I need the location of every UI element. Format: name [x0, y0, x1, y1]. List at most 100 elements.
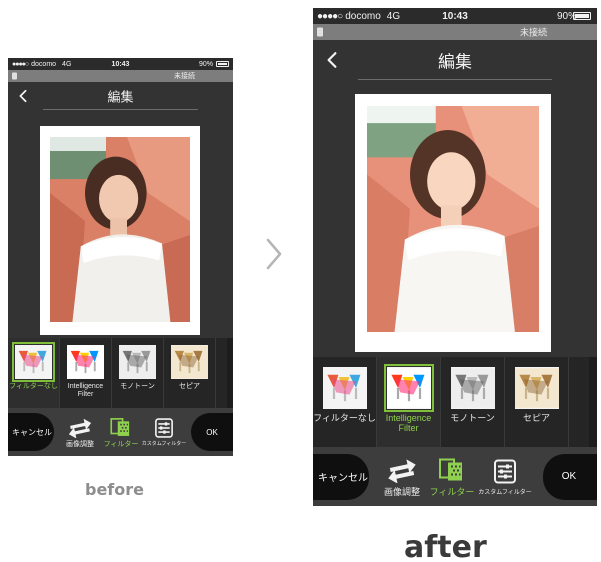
filter-label: フィルターなし: [313, 413, 376, 423]
custom-filter-label: カスタムフィルター: [141, 441, 187, 447]
filter-label: モノトーン: [120, 383, 155, 390]
cocktail-glasses-image: [15, 345, 52, 379]
filter-scroll-edge: [589, 357, 597, 447]
chevron-left-icon[interactable]: [325, 51, 339, 69]
cocktail-glasses-image: [119, 345, 156, 379]
connection-status: 未接続: [519, 27, 547, 38]
battery-icon: [216, 61, 229, 67]
filter-option-monotone[interactable]: モノトーン: [112, 338, 164, 408]
ok-button[interactable]: OK: [543, 453, 597, 500]
cocktail-glasses-image: [171, 345, 208, 379]
after-caption: after: [404, 530, 487, 562]
photo-preview: [50, 137, 190, 322]
filter-label: セピア: [522, 413, 550, 423]
filter-label: Intelligence Filter: [385, 413, 432, 434]
battery-percent: 90%: [198, 60, 213, 68]
before-phone-screen: ●●●●○ docomo 4G 10:43 90% 未接続 編集 フィルターなし…: [8, 58, 233, 456]
ok-button[interactable]: OK: [191, 413, 233, 451]
header-divider: [358, 79, 552, 80]
filter-thumbnail: [171, 345, 208, 379]
filter-option-sepia[interactable]: セピア: [505, 357, 569, 447]
filter-label: セピア: [179, 383, 200, 390]
chevron-left-icon[interactable]: [17, 89, 29, 103]
filter-thumbnail: [383, 364, 434, 412]
filter-label: モノトーン: [450, 413, 495, 423]
filter-list: フィルターなし Intelligence Filter モノトーン セピア: [313, 357, 597, 447]
signal-strength: ●●●●○: [317, 10, 343, 22]
cocktail-glasses-image: [514, 368, 559, 408]
filter-option-monotone[interactable]: モノトーン: [441, 357, 505, 447]
cocktail-glasses-image: [450, 368, 495, 408]
custom-filter-button[interactable]: カスタムフィルター: [475, 447, 535, 506]
photo-frame: [40, 126, 200, 335]
bottom-toolbar: キャンセル 画像調整 フィルター カスタムフィルター OK: [313, 447, 597, 506]
carrier-name: docomo: [345, 10, 381, 22]
filter-thumbnail: [12, 342, 55, 382]
cocktail-glasses-image: [322, 368, 367, 408]
swap-arrows-icon: [68, 418, 92, 438]
signal-strength: ●●●●○: [12, 60, 29, 68]
filter-tab-label: フィルター: [429, 486, 475, 497]
connection-status: 未接続: [174, 73, 195, 80]
sliders-icon: [494, 459, 516, 483]
filter-option-intelligence[interactable]: Intelligence Filter: [60, 338, 112, 408]
cancel-button[interactable]: キャンセル: [313, 453, 369, 500]
custom-filter-label: カスタムフィルター: [478, 489, 532, 496]
filter-tab-label: フィルター: [103, 440, 139, 448]
chevron-right-icon: [266, 238, 282, 270]
filter-option-none[interactable]: フィルターなし: [8, 338, 60, 408]
photo-frame: [355, 94, 551, 352]
navigation-bar: 編集: [313, 40, 597, 80]
swap-arrows-icon: [388, 458, 416, 483]
cocktail-glasses-image: [67, 345, 104, 379]
status-bar: ●●●●○ docomo 4G 10:43 90%: [313, 8, 597, 24]
network-type: 4G: [386, 10, 401, 22]
device-icon: [12, 72, 17, 80]
filter-option-intelligence[interactable]: Intelligence Filter: [377, 357, 441, 447]
filter-layers-icon: [439, 458, 462, 480]
after-phone-screen: ●●●●○ docomo 4G 10:43 90% 未接続 編集 フィルターなし…: [313, 8, 597, 506]
filter-strip: フィルターなし Intelligence Filter モノトーン セピア: [8, 338, 233, 408]
image-adjust-button[interactable]: 画像調整: [60, 408, 100, 456]
filter-thumbnail: [450, 367, 495, 409]
filter-option-none[interactable]: フィルターなし: [313, 357, 377, 447]
portrait-photo: [50, 137, 190, 322]
network-type: 4G: [62, 60, 72, 68]
filter-layers-icon: [110, 417, 130, 436]
portrait-photo: [367, 106, 539, 332]
image-adjust-label: 画像調整: [383, 486, 420, 497]
sliders-icon: [155, 418, 173, 438]
filter-label: フィルターなし: [9, 383, 58, 390]
filter-list: フィルターなし Intelligence Filter モノトーン セピア: [8, 338, 233, 408]
status-time: 10:43: [111, 60, 130, 68]
status-time: 10:43: [442, 10, 468, 22]
cocktail-glasses-image: [386, 368, 431, 408]
filter-strip: フィルターなし Intelligence Filter モノトーン セピア: [313, 357, 597, 447]
filter-thumbnail: [67, 345, 104, 379]
filter-tab-button[interactable]: フィルター: [430, 447, 474, 506]
filter-thumbnail: [514, 367, 559, 409]
connection-bar: 未接続: [313, 24, 597, 40]
photo-preview: [367, 106, 539, 332]
filter-option-sepia[interactable]: セピア: [164, 338, 216, 408]
filter-thumbnail: [119, 345, 156, 379]
page-title: 編集: [107, 90, 134, 106]
filter-tab-button[interactable]: フィルター: [103, 408, 139, 456]
navigation-bar: 編集: [8, 82, 233, 110]
status-bar: ●●●●○ docomo 4G 10:43 90%: [8, 58, 233, 70]
image-adjust-label: 画像調整: [66, 440, 94, 448]
connection-bar: 未接続: [8, 70, 233, 82]
filter-scroll-edge: [227, 338, 233, 408]
before-caption: before: [85, 480, 144, 499]
header-divider: [43, 109, 198, 110]
page-title: 編集: [438, 52, 472, 73]
filter-thumbnail: [322, 367, 367, 409]
bottom-toolbar: キャンセル 画像調整 フィルター カスタムフィルター OK: [8, 408, 233, 456]
cancel-button[interactable]: キャンセル: [8, 413, 54, 451]
filter-label: Intelligence Filter: [67, 383, 104, 399]
battery-icon: [573, 12, 591, 20]
image-adjust-button[interactable]: 画像調整: [377, 447, 427, 506]
custom-filter-button[interactable]: カスタムフィルター: [140, 408, 188, 456]
carrier-name: docomo: [31, 60, 57, 68]
device-icon: [317, 27, 323, 37]
